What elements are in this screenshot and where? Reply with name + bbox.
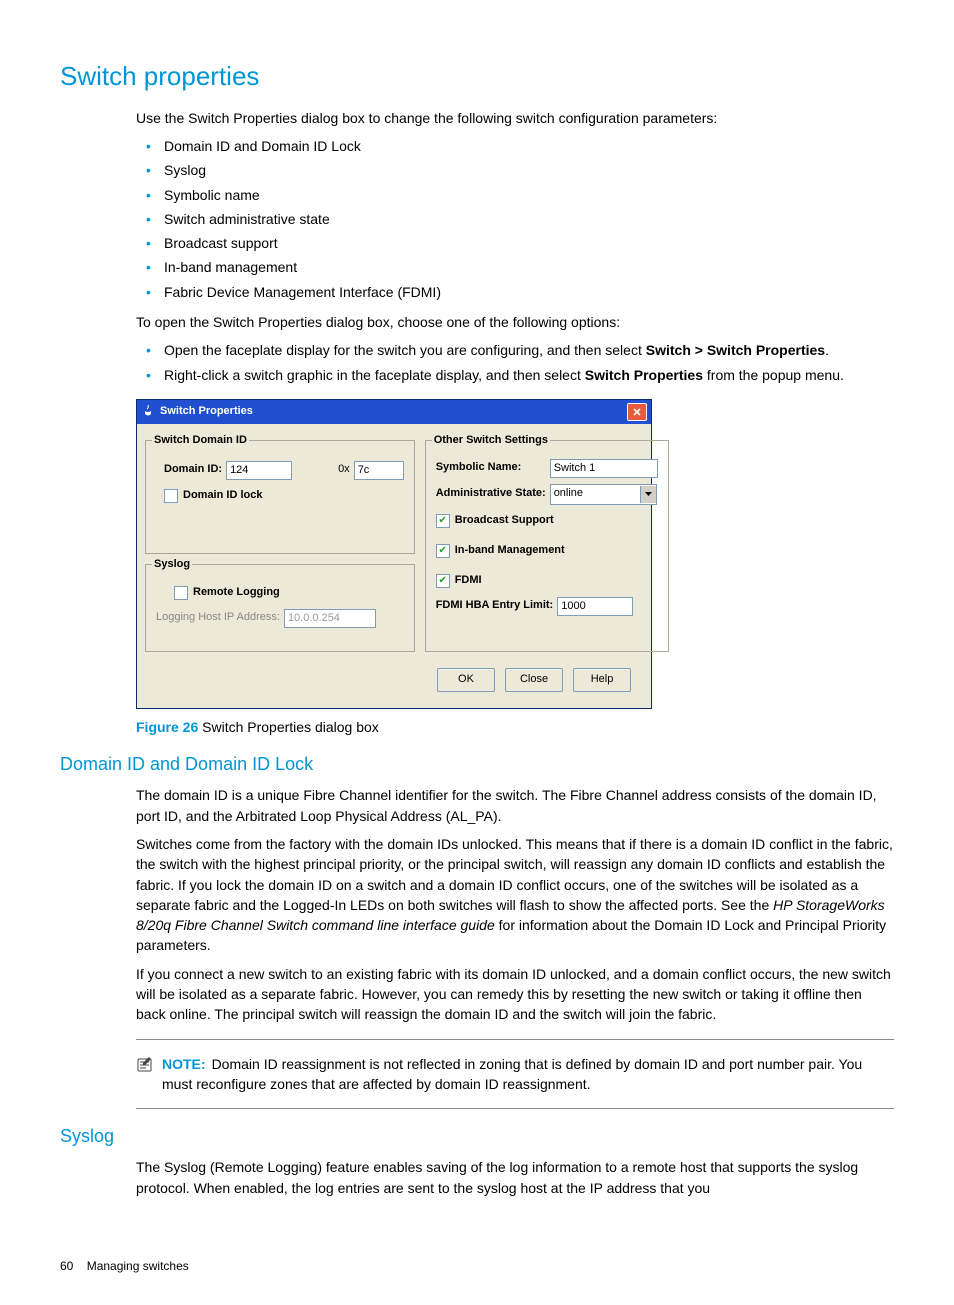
body-paragraph: If you connect a new switch to an existi… (136, 964, 894, 1025)
menu-path: Switch > Switch Properties (646, 342, 825, 358)
domain-id-input[interactable] (226, 461, 292, 480)
list-item: Domain ID and Domain ID Lock (136, 136, 894, 156)
syslog-group: Syslog Remote Logging Logging Host IP Ad… (145, 564, 415, 652)
ok-button[interactable]: OK (437, 668, 495, 692)
list-item: In-band management (136, 257, 894, 277)
domain-id-lock-checkbox[interactable] (164, 489, 178, 503)
figure-caption-text: Switch Properties dialog box (198, 719, 379, 735)
administrative-state-label: Administrative State: (436, 486, 546, 502)
divider (136, 1108, 894, 1109)
divider (136, 1039, 894, 1040)
note-label: NOTE: (162, 1056, 206, 1072)
heading-domain-id-lock: Domain ID and Domain ID Lock (60, 751, 894, 777)
group-legend: Other Switch Settings (432, 433, 550, 449)
dialog-titlebar: Switch Properties (137, 400, 651, 424)
note-text: NOTE:Domain ID reassignment is not refle… (162, 1054, 894, 1095)
java-cup-icon (141, 405, 155, 419)
broadcast-support-checkbox[interactable]: ✔ (436, 514, 450, 528)
hex-prefix-label: 0x (338, 462, 350, 478)
domain-id-hex-input[interactable] (354, 461, 404, 480)
inband-management-checkbox[interactable]: ✔ (436, 544, 450, 558)
remote-logging-checkbox[interactable] (174, 586, 188, 600)
other-switch-settings-group: Other Switch Settings Symbolic Name: Adm… (425, 440, 669, 652)
group-legend: Syslog (152, 557, 192, 573)
remote-logging-label: Remote Logging (193, 585, 280, 601)
close-button[interactable]: Close (505, 668, 563, 692)
close-icon (633, 408, 641, 416)
menu-path: Switch Properties (585, 367, 703, 383)
administrative-state-select[interactable]: online (550, 484, 657, 505)
body-paragraph: The domain ID is a unique Fibre Channel … (136, 785, 894, 826)
switch-properties-dialog: Switch Properties Switch Domain ID Domai… (136, 399, 652, 709)
text: Domain ID reassignment is not reflected … (162, 1056, 862, 1092)
domain-id-lock-label: Domain ID lock (183, 488, 262, 504)
list-item: Right-click a switch graphic in the face… (136, 365, 894, 385)
heading-switch-properties: Switch properties (60, 58, 894, 96)
section-name: Managing switches (87, 1259, 189, 1273)
page-number: 60 (60, 1259, 73, 1273)
open-options-list: Open the faceplate display for the switc… (136, 340, 894, 385)
open-dialog-paragraph: To open the Switch Properties dialog box… (136, 312, 894, 332)
logging-host-ip-input (284, 609, 376, 628)
close-button[interactable] (627, 403, 647, 421)
list-item: Switch administrative state (136, 209, 894, 229)
figure-caption: Figure 26 Switch Properties dialog box (136, 717, 894, 737)
domain-id-label: Domain ID: (164, 462, 222, 478)
config-params-list: Domain ID and Domain ID Lock Syslog Symb… (136, 136, 894, 302)
list-item: Syslog (136, 160, 894, 180)
inband-management-label: In-band Management (455, 543, 565, 559)
text: . (825, 342, 829, 358)
text: Right-click a switch graphic in the face… (164, 367, 585, 383)
fdmi-hba-limit-input[interactable] (557, 597, 633, 616)
help-button[interactable]: Help (573, 668, 631, 692)
dialog-title: Switch Properties (160, 404, 627, 420)
body-paragraph: Switches come from the factory with the … (136, 834, 894, 956)
note-block: NOTE:Domain ID reassignment is not refle… (136, 1054, 894, 1095)
list-item: Fabric Device Management Interface (FDMI… (136, 282, 894, 302)
symbolic-name-label: Symbolic Name: (436, 460, 546, 476)
logging-host-ip-label: Logging Host IP Address: (156, 610, 280, 626)
text: from the popup menu. (703, 367, 844, 383)
body-paragraph: The Syslog (Remote Logging) feature enab… (136, 1157, 894, 1198)
fdmi-label: FDMI (455, 573, 482, 589)
symbolic-name-input[interactable] (550, 459, 658, 478)
heading-syslog: Syslog (60, 1123, 894, 1149)
switch-domain-id-group: Switch Domain ID Domain ID: 0x Domain ID… (145, 440, 415, 554)
note-icon (136, 1056, 154, 1095)
text: Open the faceplate display for the switc… (164, 342, 646, 358)
page-footer: 60 Managing switches (60, 1258, 894, 1275)
group-legend: Switch Domain ID (152, 433, 249, 449)
select-value: online (554, 486, 583, 502)
fdmi-checkbox[interactable]: ✔ (436, 574, 450, 588)
chevron-down-icon (640, 486, 656, 503)
broadcast-support-label: Broadcast Support (455, 513, 554, 529)
list-item: Symbolic name (136, 185, 894, 205)
fdmi-hba-limit-label: FDMI HBA Entry Limit: (436, 598, 554, 614)
intro-paragraph: Use the Switch Properties dialog box to … (136, 108, 894, 128)
list-item: Broadcast support (136, 233, 894, 253)
list-item: Open the faceplate display for the switc… (136, 340, 894, 360)
figure-label: Figure 26 (136, 719, 198, 735)
